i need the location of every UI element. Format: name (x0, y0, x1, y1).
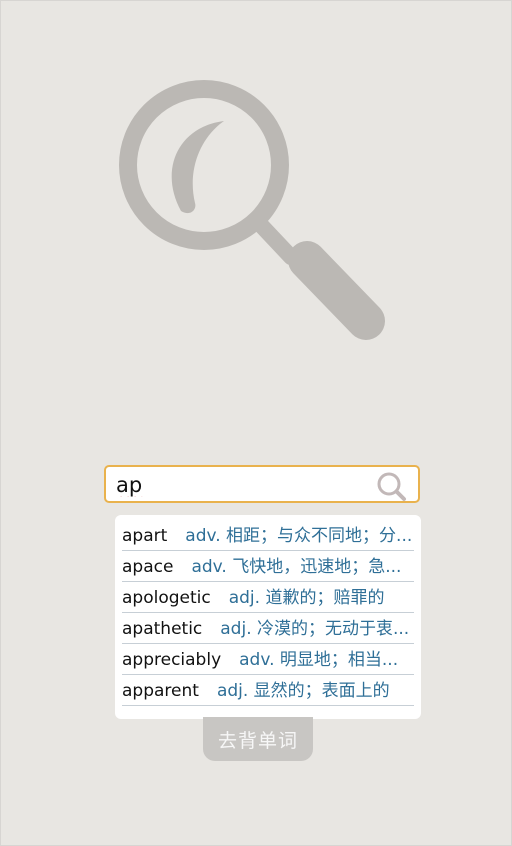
suggestion-word: apologetic (122, 587, 211, 608)
suggestion-meaning: adj. 冷漠的；无动于衷... (220, 618, 410, 639)
search-box[interactable] (104, 465, 420, 503)
app-screen: apart adv. 相距；与众不同地；分... apace adv. 飞快地，迅速… (0, 0, 512, 846)
suggestion-word: appreciably (122, 649, 222, 670)
suggestion-item[interactable]: apace adv. 飞快地，迅速地；急... (122, 552, 414, 582)
suggestion-word: apathetic (122, 618, 203, 639)
suggestion-meaning: adj. 显然的；表面上的 (216, 680, 390, 701)
suggestion-meaning: adj. 道歉的；赔罪的 (228, 587, 385, 608)
suggestion-item[interactable]: apologetic adj. 道歉的；赔罪的 (122, 583, 414, 613)
suggestion-meaning: adv. 相距；与众不同地；分... (185, 525, 413, 546)
suggestion-item[interactable]: apathetic adj. 冷漠的；无动于衷... (122, 614, 414, 644)
search-icon (377, 472, 406, 501)
suggestion-item[interactable]: apart adv. 相距；与众不同地；分... (122, 521, 414, 551)
suggestion-meaning: adv. 明显地；相当... (239, 649, 399, 670)
suggestion-item[interactable]: apparent adj. 显然的；表面上的 (122, 676, 414, 706)
suggestion-dropdown: apart adv. 相距；与众不同地；分... apace adv. 飞快地，迅速… (115, 515, 421, 719)
search-button[interactable] (374, 469, 408, 503)
search-input[interactable] (116, 471, 371, 499)
go-memorize-button[interactable]: 去背单词 (203, 717, 313, 761)
suggestion-word: apart (122, 525, 168, 546)
suggestion-item[interactable]: appreciably adv. 明显地；相当... (122, 645, 414, 675)
suggestion-word: apparent (122, 680, 199, 701)
magnifier-illustration-icon (119, 80, 385, 340)
suggestion-meaning: adv. 飞快地，迅速地；急... (191, 556, 402, 577)
suggestion-word: apace (122, 556, 174, 577)
